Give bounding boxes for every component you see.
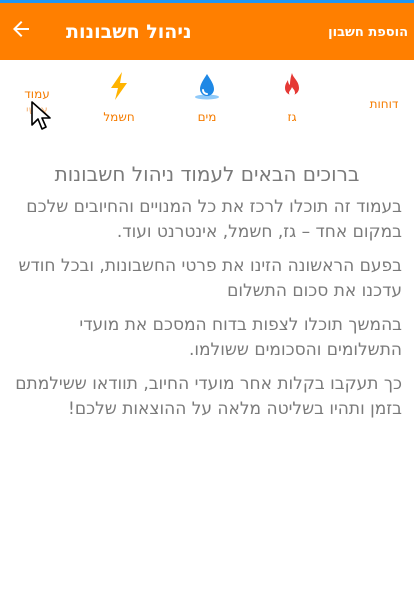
nav-item-reports[interactable]: דוחות [352,68,414,132]
nav-item-label: גז [287,110,297,124]
arrow-left-icon [13,21,29,37]
app-bar: ניהול חשבונות הוספת חשבון [0,3,414,60]
report-paragraph: בהמשך תוכלו לצפות בדוח המסכם את מועדי הת… [79,315,402,360]
nav-item-electricity[interactable]: חשמל [87,68,151,132]
main-content: ברוכים הבאים לעמוד ניהול חשבונות בעמוד ז… [12,157,402,431]
nav-item-gas[interactable]: גז [260,68,324,132]
category-nav: דוחות גז מים חשמל עמוד אישי [0,60,414,138]
lightning-icon [111,72,127,100]
welcome-heading: ברוכים הבאים לעמוד ניהול חשבונות [54,162,360,186]
nav-item-label: דוחות [369,97,399,111]
back-button[interactable] [6,14,36,44]
nav-item-label: חשמל [103,110,135,124]
add-account-button[interactable]: הוספת חשבון [328,25,408,40]
instructions-paragraph: בפעם הראשונה הזינו את פרטי החשבונות, ובכ… [18,256,402,301]
nav-item-label: מים [197,110,217,124]
nav-item-water[interactable]: מים [175,68,239,132]
intro-paragraph: בעמוד זה תוכלו לרכז את כל המנויים והחיוב… [26,197,402,242]
water-drop-icon [195,74,219,100]
flame-icon [285,73,299,96]
page-title: ניהול חשבונות [66,21,192,43]
summary-paragraph: כך תעקבו בקלות אחר מועדי החיוב, תוודאו ש… [15,374,402,419]
mouse-pointer-icon [31,101,51,130]
